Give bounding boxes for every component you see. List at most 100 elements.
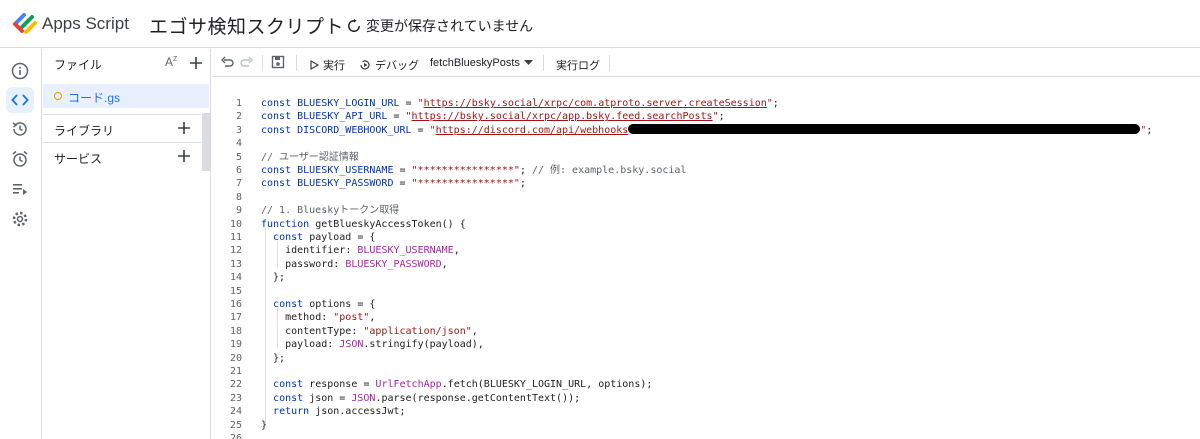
toolbar-divider xyxy=(543,55,544,71)
code-line[interactable]: 23 const json = JSON.parse(response.getC… xyxy=(212,392,1200,405)
code-text[interactable]: contentType: "application/json", xyxy=(261,325,478,338)
editor-toolbar: 実行 デバッグ fetchBlueskyPosts 実行ログ xyxy=(212,49,1200,77)
line-number: 8 xyxy=(235,191,242,203)
code-text[interactable]: const payload = { xyxy=(261,231,375,244)
function-name: fetchBlueskyPosts xyxy=(430,57,520,69)
line-number: 25 xyxy=(229,419,242,431)
code-line[interactable]: 18 contentType: "application/json", xyxy=(212,325,1200,338)
code-text[interactable]: password: BLUESKY_PASSWORD, xyxy=(261,258,448,271)
debug-label: デバッグ xyxy=(375,60,419,72)
overview-button[interactable] xyxy=(6,58,34,84)
line-number: 23 xyxy=(229,392,242,404)
code-line[interactable]: 4 xyxy=(212,137,1200,150)
files-header: ファイル AZ xyxy=(43,49,211,77)
undo-icon[interactable] xyxy=(220,55,234,69)
code-line[interactable]: 14 }; xyxy=(212,271,1200,284)
code-line[interactable]: 5 // ユーザー認証情報 xyxy=(212,151,1200,164)
execution-log-label: 実行ログ xyxy=(556,60,600,72)
code-line[interactable]: 17 method: "post", xyxy=(212,311,1200,324)
files-scrollbar[interactable] xyxy=(202,113,210,171)
services-section[interactable]: サービス xyxy=(43,142,201,168)
code-line[interactable]: 11 const payload = { xyxy=(212,231,1200,244)
project-title[interactable]: エゴサ検知スクリプト xyxy=(149,12,344,39)
code-text[interactable]: const BLUESKY_LOGIN_URL = "https://bsky.… xyxy=(261,97,779,110)
sort-az-icon[interactable]: AZ xyxy=(165,55,177,69)
code-line[interactable]: 16 const options = { xyxy=(212,298,1200,311)
code-text[interactable]: } xyxy=(261,419,267,432)
function-select[interactable]: fetchBlueskyPosts xyxy=(430,57,533,69)
code-line[interactable]: 12 identifier: BLUESKY_USERNAME, xyxy=(212,244,1200,257)
add-library-icon[interactable] xyxy=(177,121,191,135)
libraries-section[interactable]: ライブラリ xyxy=(43,114,201,140)
execution-log-button[interactable]: 実行ログ xyxy=(556,57,600,73)
code-text[interactable]: const BLUESKY_USERNAME = "**************… xyxy=(261,164,686,177)
code-line[interactable]: 26 xyxy=(212,432,1200,439)
code-line[interactable]: 3 const DISCORD_WEBHOOK_URL = "https://di… xyxy=(212,123,1200,137)
code-text[interactable]: // 1. Blueskyトークン取得 xyxy=(261,204,399,217)
run-label: 実行 xyxy=(323,60,345,72)
line-number: 6 xyxy=(235,165,242,176)
redo-icon[interactable] xyxy=(240,55,254,69)
file-item-code-gs[interactable]: コード.gs xyxy=(43,84,209,108)
code-text[interactable]: }; xyxy=(261,271,285,284)
code-line[interactable]: 22 const response = UrlFetchApp.fetch(BL… xyxy=(212,378,1200,391)
code-line[interactable]: 20 }; xyxy=(212,352,1200,365)
executions-icon xyxy=(13,184,27,195)
line-number: 1 xyxy=(235,98,242,109)
triggers-button[interactable] xyxy=(6,146,34,172)
file-status-dot xyxy=(54,92,62,100)
app-name[interactable]: Apps Script xyxy=(42,14,129,34)
code-line[interactable]: 10 function getBlueskyAccessToken() { xyxy=(212,218,1200,231)
code-line[interactable]: 15 xyxy=(212,285,1200,298)
save-icon[interactable] xyxy=(271,55,285,69)
debug-icon xyxy=(360,60,370,70)
code-line[interactable]: 21 xyxy=(212,365,1200,378)
line-number: 19 xyxy=(229,339,242,351)
code-line[interactable]: 25} xyxy=(212,419,1200,432)
code-text[interactable]: const BLUESKY_PASSWORD = "**************… xyxy=(261,177,526,190)
save-status-text: 変更が保存されていません xyxy=(366,18,534,34)
code-text[interactable]: return json.accessJwt; xyxy=(261,405,405,418)
editor-button[interactable] xyxy=(6,87,34,113)
code-line[interactable]: 1 const BLUESKY_LOGIN_URL = "https://bsky… xyxy=(212,97,1200,110)
line-number: 13 xyxy=(229,258,242,270)
add-service-icon[interactable] xyxy=(177,149,191,163)
code-line[interactable]: 13 password: BLUESKY_PASSWORD, xyxy=(212,258,1200,271)
debug-button[interactable]: デバッグ xyxy=(359,57,419,73)
code-text[interactable]: const options = { xyxy=(261,298,375,311)
settings-button[interactable] xyxy=(6,206,34,232)
line-number: 17 xyxy=(229,312,242,324)
code-text[interactable]: // ユーザー認証情報 xyxy=(261,151,359,164)
line-number: 11 xyxy=(229,232,242,243)
code-text[interactable]: identifier: BLUESKY_USERNAME, xyxy=(261,244,460,257)
code-text[interactable]: payload: JSON.stringify(payload), xyxy=(261,338,484,351)
add-file-icon[interactable] xyxy=(189,56,203,70)
history-button[interactable] xyxy=(6,116,34,142)
code-line[interactable]: 7 const BLUESKY_PASSWORD = "*************… xyxy=(212,177,1200,190)
line-number: 22 xyxy=(229,379,242,391)
code-text[interactable]: const json = JSON.parse(response.getCont… xyxy=(261,392,580,405)
code-text[interactable]: }; xyxy=(261,352,285,365)
code-text[interactable]: const DISCORD_WEBHOOK_URL = "https://dis… xyxy=(261,123,1152,137)
line-number: 3 xyxy=(235,124,242,136)
apps-script-logo-icon[interactable] xyxy=(12,12,38,36)
app-header: Apps Script エゴサ検知スクリプト 変更が保存されていません xyxy=(0,0,1200,48)
code-line[interactable]: 19 payload: JSON.stringify(payload), xyxy=(212,338,1200,351)
code-text[interactable]: function getBlueskyAccessToken() { xyxy=(261,218,466,231)
sync-icon xyxy=(348,19,360,32)
code-line[interactable]: 8 xyxy=(212,191,1200,204)
history-icon xyxy=(12,122,27,136)
toolbar-divider xyxy=(262,55,263,71)
code-line[interactable]: 6 const BLUESKY_USERNAME = "*************… xyxy=(212,164,1200,177)
code-editor[interactable]: 1 const BLUESKY_LOGIN_URL = "https://bsky… xyxy=(212,78,1200,439)
code-line[interactable]: 2 const BLUESKY_API_URL = "https://bsky.s… xyxy=(212,110,1200,123)
run-button[interactable]: 実行 xyxy=(310,57,345,73)
code-text[interactable]: method: "post", xyxy=(261,311,375,324)
code-text[interactable]: const response = UrlFetchApp.fetch(BLUES… xyxy=(261,378,652,391)
code-line[interactable]: 24 return json.accessJwt; xyxy=(212,405,1200,418)
executions-button[interactable] xyxy=(6,176,34,202)
play-icon xyxy=(310,60,319,70)
files-panel: ファイル AZ コード.gs ライブラリ サービス xyxy=(43,49,211,439)
code-line[interactable]: 9 // 1. Blueskyトークン取得 xyxy=(212,204,1200,217)
code-text[interactable]: const BLUESKY_API_URL = "https://bsky.so… xyxy=(261,110,725,123)
